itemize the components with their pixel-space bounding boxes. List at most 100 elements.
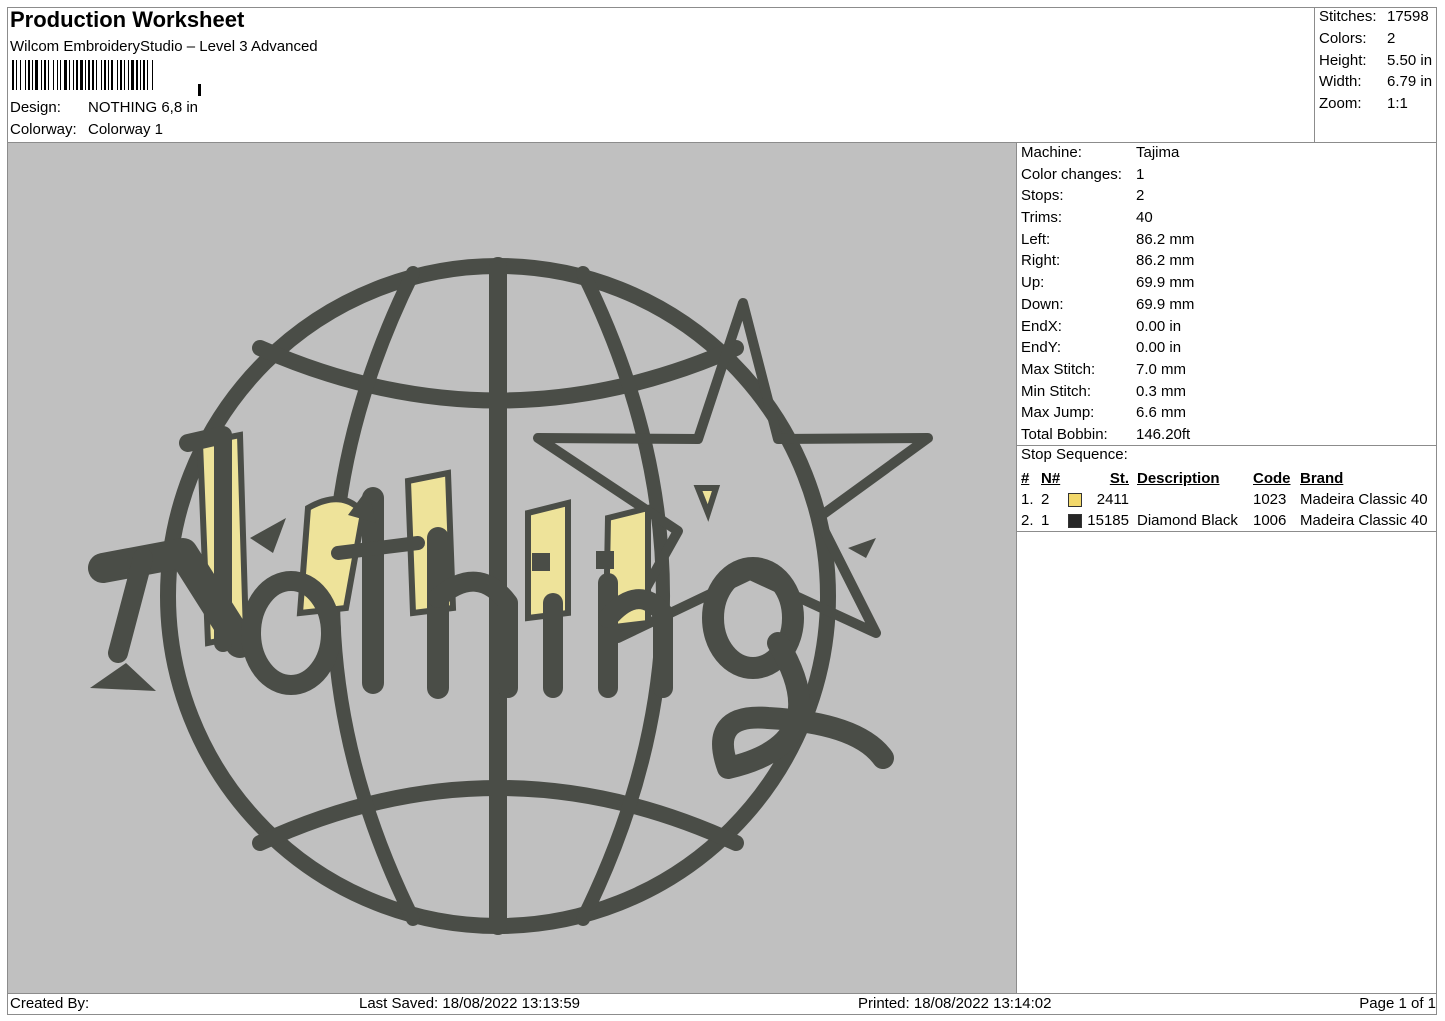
info-label: EndX: (1021, 317, 1062, 335)
stop-sequence-label: Stop Sequence: (1021, 446, 1128, 463)
info-divider (1016, 142, 1017, 993)
info-value: 86.2 mm (1136, 252, 1195, 270)
row-number: 1. (1021, 491, 1034, 508)
info-value: Tajima (1136, 144, 1180, 161)
info-value: 0.00 in (1136, 317, 1182, 335)
barcode (12, 60, 201, 96)
table-row: 2. 1 15185 Diamond Black 1006 Madeira Cl… (1021, 510, 1437, 531)
footer-printed: Printed: 18/08/2022 13:14:02 (858, 995, 1052, 1012)
colorway-row: Colorway: Colorway 1 (10, 121, 163, 138)
design-label: Design: (10, 99, 61, 116)
summary-value: 17598 (1387, 8, 1429, 25)
info-label: Color changes: (1021, 165, 1122, 183)
info-row: Stops: 2 (1021, 185, 1194, 207)
thread-color-swatch (1068, 514, 1082, 528)
info-value: 146.20ft (1136, 425, 1191, 443)
info-label: Min Stitch: (1021, 382, 1092, 400)
summary-divider (1314, 7, 1315, 142)
design-row: Design: NOTHING 6,8 in (10, 99, 198, 116)
col-header-description: Description (1137, 470, 1220, 487)
info-value: 69.9 mm (1136, 295, 1195, 313)
col-header-needle: N# (1041, 470, 1061, 487)
summary-value: 1:1 (1387, 95, 1408, 113)
info-row: Left: 86.2 mm (1021, 229, 1194, 251)
info-value: 6.6 mm (1136, 404, 1187, 422)
needle-number: 2 (1041, 491, 1050, 508)
info-value: 40 (1136, 209, 1153, 227)
summary-value: 5.50 in (1387, 51, 1433, 69)
summary-value: 2 (1387, 29, 1396, 47)
summary-row: Zoom: 1:1 (1319, 93, 1432, 115)
summary-row: Width: 6.79 in (1319, 71, 1432, 93)
thread-code: 1006 (1253, 512, 1287, 529)
info-row: EndX: 0.00 in (1021, 316, 1194, 338)
summary-label: Stitches: (1319, 8, 1377, 25)
machine-info-panel: Machine: Tajima Color changes: 1 Stops: 2 T… (1021, 142, 1194, 446)
thread-brand: Madeira Classic 40 (1300, 512, 1428, 529)
embroidery-design-artwork (88, 257, 933, 935)
info-row: Down: 69.9 mm (1021, 294, 1194, 316)
software-name: Wilcom EmbroideryStudio – Level 3 Advanc… (10, 38, 318, 55)
colorway-value: Colorway 1 (88, 121, 164, 138)
sequence-table-divider (1017, 531, 1437, 532)
info-value: 69.9 mm (1136, 274, 1195, 292)
summary-label: Width: (1319, 73, 1362, 91)
summary-row: Stitches: 17598 (1319, 6, 1432, 28)
thread-description: Diamond Black (1137, 512, 1238, 529)
info-label: Trims: (1021, 209, 1063, 227)
info-value: 86.2 mm (1136, 230, 1195, 248)
thread-brand: Madeira Classic 40 (1300, 491, 1428, 508)
info-row: Machine: Tajima (1021, 142, 1194, 164)
info-row: Right: 86.2 mm (1021, 250, 1194, 272)
stitch-count: 15185 (1087, 512, 1129, 529)
footer-last-saved: Last Saved: 18/08/2022 13:13:59 (359, 995, 581, 1012)
info-value: 0.3 mm (1136, 382, 1187, 400)
summary-label: Height: (1319, 51, 1367, 69)
colorway-label: Colorway: (10, 121, 77, 138)
info-value: 1 (1136, 165, 1145, 183)
summary-panel: Stitches: 17598 Colors: 2 Height: 5.50 in W… (1319, 6, 1432, 115)
info-label: EndY: (1021, 339, 1062, 357)
table-header-row: # N# St. Description Code Brand (1021, 468, 1437, 489)
info-label: Max Jump: (1021, 404, 1095, 422)
info-label: Up: (1021, 274, 1045, 292)
thread-code: 1023 (1253, 491, 1287, 508)
footer-page-number: Page 1 of 1 (1359, 995, 1436, 1012)
footer-created-by: Created By: (10, 995, 90, 1012)
col-header-code: Code (1253, 470, 1291, 487)
summary-row: Height: 5.50 in (1319, 50, 1432, 72)
info-row: EndY: 0.00 in (1021, 337, 1194, 359)
info-label: Stops: (1021, 187, 1064, 205)
summary-label: Colors: (1319, 29, 1367, 47)
info-row: Max Jump: 6.6 mm (1021, 402, 1194, 424)
info-label: Total Bobbin: (1021, 425, 1108, 443)
summary-row: Colors: 2 (1319, 28, 1432, 50)
summary-value: 6.79 in (1387, 73, 1433, 91)
footer-divider (7, 993, 1437, 994)
info-label: Left: (1021, 230, 1051, 248)
row-number: 2. (1021, 512, 1034, 529)
thread-color-swatch (1068, 493, 1082, 507)
table-row: 1. 2 2411 1023 Madeira Classic 40 (1021, 489, 1437, 510)
info-value: 0.00 in (1136, 339, 1182, 357)
info-row: Color changes: 1 (1021, 164, 1194, 186)
stop-sequence-table: # N# St. Description Code Brand 1. 2 241… (1021, 468, 1437, 531)
page-title: Production Worksheet (10, 7, 245, 32)
info-label: Right: (1021, 252, 1061, 270)
design-value: NOTHING 6,8 in (88, 99, 199, 116)
info-row: Total Bobbin: 146.20ft (1021, 424, 1194, 446)
needle-number: 1 (1041, 512, 1050, 529)
info-value: 7.0 mm (1136, 360, 1187, 378)
info-label: Down: (1021, 295, 1064, 313)
info-value: 2 (1136, 187, 1145, 205)
col-header-brand: Brand (1300, 470, 1344, 487)
info-row: Trims: 40 (1021, 207, 1194, 229)
summary-label: Zoom: (1319, 95, 1362, 113)
info-row: Min Stitch: 0.3 mm (1021, 381, 1194, 403)
info-label: Max Stitch: (1021, 360, 1096, 378)
col-header-stitches: St. (1109, 470, 1129, 487)
stitch-count: 2411 (1096, 491, 1129, 508)
info-row: Up: 69.9 mm (1021, 272, 1194, 294)
design-preview (8, 143, 1016, 993)
col-header-num: # (1021, 470, 1030, 487)
